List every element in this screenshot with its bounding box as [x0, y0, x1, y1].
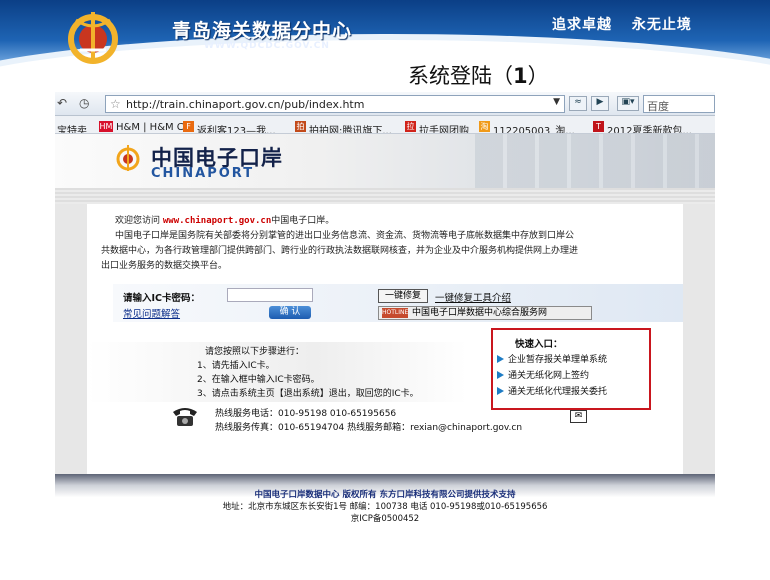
keyboard-graphic	[475, 134, 715, 188]
arrow-right-icon	[497, 387, 504, 395]
favorite-item[interactable]: F 返利客123—我...	[183, 119, 276, 133]
web-page: 中国电子口岸 CHINAPORT 欢迎您访问 www.chinaport.gov…	[55, 134, 715, 524]
quick-entry-item[interactable]: 通关无纸化代理报关委托	[497, 384, 607, 397]
browser-screenshot: ↶ ◷ ☆ http://train.chinaport.gov.cn/pub/…	[55, 92, 715, 524]
site-logo-en: CHINAPORT	[151, 166, 255, 181]
compat-view-icon[interactable]: ≈	[569, 96, 587, 111]
paipai-icon: 拍	[295, 121, 306, 132]
slogan: 追求卓越 永无止境	[552, 17, 692, 33]
address-bar[interactable]: ☆ http://train.chinaport.gov.cn/pub/inde…	[105, 95, 565, 113]
go-icon[interactable]: ▶	[591, 96, 609, 111]
ic-password-label: 请输入IC卡密码：	[123, 293, 201, 304]
faq-link[interactable]: 常见问题解答	[123, 306, 180, 320]
hm-icon: HM	[99, 121, 113, 132]
intro-text: 欢迎您访问 www.chinaport.gov.cn中国电子口岸。 中国电子口岸…	[101, 216, 579, 271]
telephone-icon	[173, 408, 197, 426]
login-bar: 请输入IC卡密码： 常见问题解答 确 认 一键修复 一键修复工具介绍 HOTLI…	[113, 284, 683, 322]
ic-password-input[interactable]	[227, 288, 313, 302]
mail-icon[interactable]: ✉	[570, 410, 587, 423]
repair-tool-link[interactable]: 一键修复工具介绍	[435, 290, 511, 304]
site-header: 中国电子口岸 CHINAPORT	[55, 134, 715, 188]
site-footer: 中国电子口岸数据中心 版权所有 东方口岸科技有限公司提供技术支持 地址：北京市东…	[55, 474, 715, 524]
favorite-item[interactable]: HM H&M | H&M CN	[99, 119, 191, 133]
hotline-phone: 热线服务电话：010-95198 010-65195656	[215, 409, 397, 419]
favorite-item[interactable]: 拍拍拍网:腾讯旗下...	[295, 119, 392, 133]
service-portal-link[interactable]: HOTLINE 中国电子口岸数据中心综合服务网	[378, 306, 592, 320]
favorite-item[interactable]: 拉拉手网团购	[405, 119, 469, 133]
favorites-bar: 宝特卖 HM H&M | H&M CN F 返利客123—我... 拍拍拍网:腾讯旗…	[55, 116, 715, 134]
search-input[interactable]: 百度	[643, 95, 715, 113]
confirm-button[interactable]: 确 认	[269, 306, 311, 319]
slide: 青岛海关数据分中心 WWW.QDCDC.GOV.CN 追求卓越 永无止境 系统登…	[0, 0, 770, 580]
tmall-icon: T	[593, 121, 604, 132]
customs-emblem-icon	[68, 12, 118, 64]
slide-title: 系统登陆（1）	[408, 64, 549, 88]
browser-toolbar: ↶ ◷ ☆ http://train.chinaport.gov.cn/pub/…	[55, 92, 715, 116]
site-url[interactable]: www.chinaport.gov.cn	[163, 216, 271, 226]
lashou-icon: 拉	[405, 121, 416, 132]
taobao-icon: 淘	[479, 121, 490, 132]
quick-entry-title: 快速入口：	[515, 339, 563, 350]
header-banner: 青岛海关数据分中心 WWW.QDCDC.GOV.CN 追求卓越 永无止境	[0, 0, 770, 90]
address-text: http://train.chinaport.gov.cn/pub/index.…	[126, 98, 365, 111]
history-icon[interactable]: ◷	[79, 96, 89, 110]
quick-entry-item[interactable]: 企业暂存报关单理单系统	[497, 352, 607, 365]
hotline-fax-email: 热线服务传真：010-65194704 热线服务邮箱：rexian@chinap…	[215, 423, 523, 433]
quick-entry-item[interactable]: 通关无纸化网上签约	[497, 368, 589, 381]
quick-entry-box: 快速入口： 企业暂存报关单理单系统 通关无纸化网上签约 通关无纸化代理报关委托	[491, 328, 651, 410]
steps-panel: 请您按照以下步骤进行： 1、请先插入IC卡。 2、在输入框中输入IC卡密码。 3…	[87, 342, 467, 402]
fanli-icon: F	[183, 121, 194, 132]
arrow-right-icon	[497, 371, 504, 379]
star-icon[interactable]: ☆	[110, 97, 121, 111]
favorite-item[interactable]: T 2012夏季新款包...	[593, 119, 692, 133]
org-url: WWW.QDCDC.GOV.CN	[204, 41, 330, 51]
chevron-down-icon[interactable]: ▼	[553, 97, 560, 107]
org-name: 青岛海关数据分中心	[172, 20, 353, 42]
favorite-item[interactable]: 淘 112205003_淘...	[479, 119, 575, 133]
undo-icon[interactable]: ↶	[57, 96, 67, 110]
arrow-right-icon	[497, 355, 504, 363]
hotline-badge: HOTLINE	[382, 308, 409, 318]
repair-button[interactable]: 一键修复	[378, 289, 428, 303]
search-engine-icon[interactable]: ▣▾	[617, 96, 639, 111]
chinaport-logo-icon	[116, 145, 140, 171]
